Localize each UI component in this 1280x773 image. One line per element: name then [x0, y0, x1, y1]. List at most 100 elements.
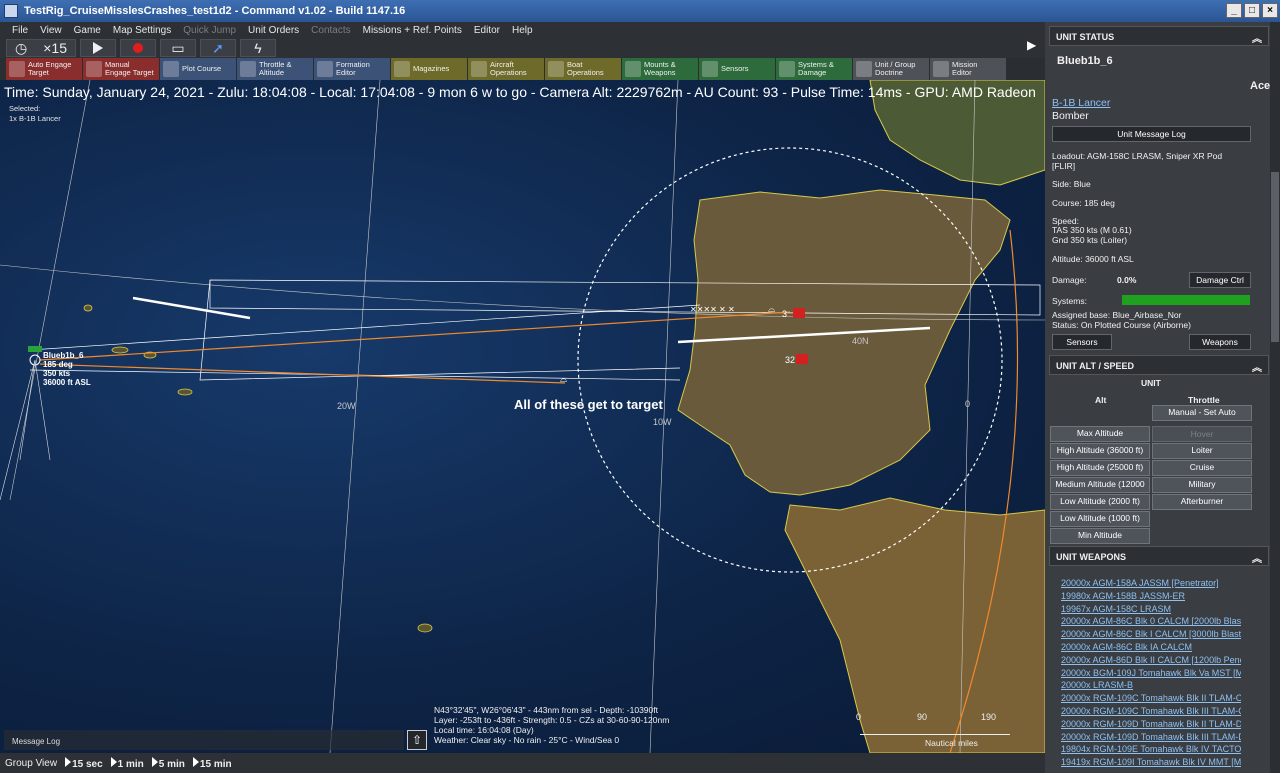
weapon-item[interactable]: 20000x RGM-109D Tomahawk Blk III TLAM-D	[1061, 731, 1241, 744]
record-button[interactable]	[120, 39, 156, 57]
weapon-item[interactable]: 20000x RGM-109C Tomahawk Blk II TLAM-C	[1061, 692, 1241, 705]
plot-course-button[interactable]: Plot Course	[160, 58, 236, 80]
minimize-button[interactable]: _	[1226, 3, 1242, 18]
tactical-map[interactable]: ✕✕✕✕ ✕ ✕ Time: Sunday, January 24, 2021 …	[0, 80, 1045, 753]
play-icon	[65, 756, 72, 767]
camera-button[interactable]: ▭	[160, 39, 196, 57]
header-label: UNIT WEAPONS	[1056, 552, 1127, 562]
scale-tick: 90	[917, 712, 928, 722]
throttle-military-button[interactable]: Military	[1152, 477, 1252, 493]
chevron-up-icon[interactable]: ︽	[1252, 550, 1262, 565]
systems-damage-button[interactable]: Systems & Damage	[776, 58, 852, 80]
boat-operations-button[interactable]: Boat Operations	[545, 58, 621, 80]
step-5min-button[interactable]: 5 min	[151, 756, 185, 770]
manual-set-auto-button[interactable]: Manual - Set Auto	[1152, 405, 1252, 421]
time-compression-button[interactable]: ◷ ×15	[6, 39, 76, 57]
message-log-bar[interactable]: Message Log	[4, 730, 404, 750]
weapon-item[interactable]: 19804x RGM-109E Tomahawk Blk IV TACTOM	[1061, 743, 1241, 756]
label: Doctrine	[875, 68, 903, 77]
label: Sensors	[721, 64, 749, 73]
menu-missions[interactable]: Missions + Ref. Points	[359, 25, 470, 36]
aircraft-icon[interactable]: ⌓	[768, 304, 775, 315]
alt-low-1000-button[interactable]: Low Altitude (1000 ft)	[1050, 511, 1150, 527]
north-up-button[interactable]: ⇧	[407, 730, 427, 750]
weapon-item[interactable]: 20000x AGM-86C Blk 0 CALCM [2000lb Blast…	[1061, 615, 1241, 628]
weapon-item[interactable]: 19419x RGM-109I Tomahawk Blk IV MMT [Mu	[1061, 756, 1241, 769]
alt-low-2000-button[interactable]: Low Altitude (2000 ft)	[1050, 494, 1150, 510]
auto-engage-button[interactable]: Auto Engage Target	[6, 58, 82, 80]
chevron-up-icon[interactable]: ︽	[1252, 359, 1262, 374]
camera-icon: ▭	[171, 39, 185, 56]
grid-label-10w: 10W	[653, 417, 672, 427]
alt-min-button[interactable]: Min Altitude	[1050, 528, 1150, 544]
unit-status-header[interactable]: UNIT STATUS ︽	[1049, 26, 1269, 46]
unit-weapons-header[interactable]: UNIT WEAPONS ︽	[1049, 546, 1269, 566]
weapon-item[interactable]: 20000x AGM-86C Blk I CALCM [3000lb Blast…	[1061, 628, 1241, 641]
unit-sub-label: UNIT	[1141, 378, 1161, 388]
weapon-item[interactable]: 20000x AGM-86D Blk II CALCM [1200lb Pene…	[1061, 654, 1241, 667]
step-1min-button[interactable]: 1 min	[110, 756, 144, 770]
weapons-panel-button[interactable]: Weapons	[1189, 334, 1251, 350]
unit-label-course: 185 deg	[43, 360, 73, 369]
weapon-item[interactable]: 19980x AGM-158B JASSM-ER	[1061, 590, 1241, 603]
chevron-up-icon[interactable]: ︽	[1252, 30, 1262, 45]
damage-ctrl-button[interactable]: Damage Ctrl	[1189, 272, 1251, 288]
grid-label-0: 0	[965, 399, 971, 409]
group-view-toggle[interactable]: Group View	[5, 758, 57, 769]
formation-editor-button[interactable]: Formation Editor	[314, 58, 390, 80]
weapon-item[interactable]: 20000x RGM-109C Tomahawk Blk III TLAM-C	[1061, 705, 1241, 718]
close-button[interactable]: ×	[1262, 3, 1278, 18]
mounts-weapons-button[interactable]: Mounts & Weapons	[622, 58, 698, 80]
throttle-afterburner-button[interactable]: Afterburner	[1152, 494, 1252, 510]
menu-quick-jump[interactable]: Quick Jump	[179, 25, 244, 36]
mission-editor-button[interactable]: Mission Editor	[930, 58, 1006, 80]
scrollbar-thumb[interactable]	[1271, 172, 1279, 342]
menu-help[interactable]: Help	[508, 25, 541, 36]
aircraft-operations-button[interactable]: Aircraft Operations	[468, 58, 544, 80]
grid-label-40n: 40N	[852, 336, 869, 346]
alt-high-25000-button[interactable]: High Altitude (25000 ft)	[1050, 460, 1150, 476]
weapon-item[interactable]: 19967x AGM-158C LRASM	[1061, 603, 1241, 616]
throttle-cruise-button[interactable]: Cruise	[1152, 460, 1252, 476]
iberia-landmass	[677, 189, 1011, 496]
menu-editor[interactable]: Editor	[470, 25, 508, 36]
menu-contacts[interactable]: Contacts	[307, 25, 358, 36]
step-15sec-button[interactable]: 15 sec	[65, 756, 103, 770]
clock-icon: ◷	[15, 39, 28, 56]
step-15min-button[interactable]: 15 min	[192, 756, 232, 770]
menu-map-settings[interactable]: Map Settings	[109, 25, 179, 36]
sensors-panel-button[interactable]: Sensors	[1052, 334, 1112, 350]
collapse-panel-icon[interactable]: ▶	[1027, 38, 1043, 54]
weapon-item[interactable]: 20000x LRASM-B	[1061, 679, 1241, 692]
unit-message-log-button[interactable]: Unit Message Log	[1052, 126, 1251, 142]
unit-alt-speed-header[interactable]: UNIT ALT / SPEED ︽	[1049, 355, 1269, 375]
menu-file[interactable]: File	[8, 25, 36, 36]
maximize-button[interactable]: □	[1244, 3, 1260, 18]
flash-button[interactable]: ϟ	[240, 39, 276, 57]
doctrine-button[interactable]: Unit / Group Doctrine	[853, 58, 929, 80]
unit-map-label[interactable]: Blueb1b_6 185 deg 350 kts 36000 ft ASL	[43, 351, 91, 387]
menu-view[interactable]: View	[36, 25, 70, 36]
aircraft-icon[interactable]: ⌓	[560, 374, 567, 385]
menu-unit-orders[interactable]: Unit Orders	[244, 25, 307, 36]
throttle-hover-button[interactable]: Hover	[1152, 426, 1252, 442]
status-info-line: Time: Sunday, January 24, 2021 - Zulu: 1…	[4, 84, 1036, 100]
weapon-item[interactable]: 20000x RGM-109D Tomahawk Blk II TLAM-D	[1061, 718, 1241, 731]
menu-game[interactable]: Game	[70, 25, 109, 36]
alt-max-button[interactable]: Max Altitude	[1050, 426, 1150, 442]
jump-button[interactable]: ➚	[200, 39, 236, 57]
alt-high-36000-button[interactable]: High Altitude (36000 ft)	[1050, 443, 1150, 459]
play-button[interactable]	[80, 39, 116, 57]
sensors-button[interactable]: Sensors	[699, 58, 775, 80]
throttle-altitude-button[interactable]: Throttle & Altitude	[237, 58, 313, 80]
weapon-item[interactable]: 20000x AGM-158A JASSM [Penetrator]	[1061, 577, 1241, 590]
unit-status-text: Status: On Plotted Course (Airborne)	[1052, 320, 1191, 330]
throttle-loiter-button[interactable]: Loiter	[1152, 443, 1252, 459]
manual-engage-button[interactable]: Manual Engage Target	[83, 58, 159, 80]
weapon-item[interactable]: 20000x BGM-109J Tomahawk Blk Va MST [Mu	[1061, 667, 1241, 680]
unit-class-link[interactable]: B-1B Lancer	[1052, 97, 1110, 109]
panel-scrollbar[interactable]	[1270, 22, 1280, 773]
magazines-button[interactable]: Magazines	[391, 58, 467, 80]
weapon-item[interactable]: 20000x AGM-86C Blk IA CALCM	[1061, 641, 1241, 654]
alt-medium-button[interactable]: Medium Altitude (12000	[1050, 477, 1150, 493]
